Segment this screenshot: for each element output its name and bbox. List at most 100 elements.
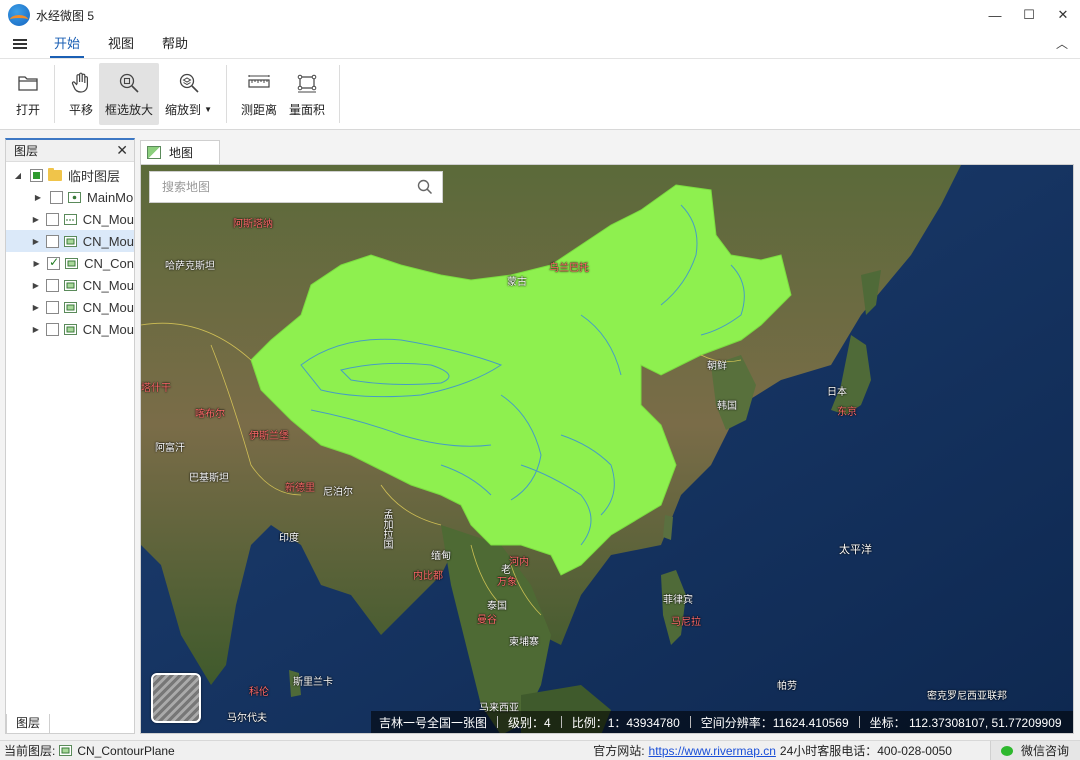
map-label-palau: 帕劳 [777,681,797,692]
collapse-arrow-icon[interactable]: ▶ [32,215,40,224]
map-label-manila: 马尼拉 [671,617,701,628]
spatial-resolution: 空间分辨率：11624.410569 [700,715,849,730]
layers-panel-header: 图层 ✕ [6,140,134,162]
layer-item[interactable]: ▶ CN_Con [6,252,134,274]
pan-label: 平移 [69,102,94,117]
map-view[interactable]: 哈萨克斯坦 阿斯塔纳 蒙古 乌兰巴托 朝鲜 韩国 日本 东京 塔什干 喀布尔 阿… [140,164,1074,734]
polygon-layer-icon [63,279,77,291]
map-label-cambodia: 柬埔寨 [509,637,539,648]
tab-view[interactable]: 视图 [94,30,148,58]
maximize-button[interactable]: ☐ [1012,0,1046,30]
status-bar: 当前图层: CN_ContourPlane 官方网站: https://www.… [0,740,1080,760]
map-icon [147,146,161,159]
contact-info: 官方网站: https://www.rivermap.cn 24小时客服电话：4… [593,742,952,759]
map-label-tashkent: 塔什干 [141,383,171,394]
line-layer-icon [63,213,77,225]
map-label-vientiane: 万象 [497,577,517,588]
layer-item[interactable]: ▶ CN_Mou [6,274,134,296]
map-label-tokyo: 东京 [837,407,857,418]
hand-pan-icon [71,72,89,93]
map-label-pakistan: 巴基斯坦 [189,473,229,484]
ribbon-toolbar: 打开 平移 框选放大 缩放到 ▼ 测距离 量面积 [0,58,1080,130]
expand-arrow-icon[interactable]: ◢ [12,171,24,180]
map-label-ulaanbaatar: 乌兰巴托 [549,263,589,274]
collapse-arrow-icon[interactable]: ▶ [32,237,40,246]
satellite-map[interactable] [141,165,1074,734]
layers-panel-title: 图层 [14,144,39,158]
map-label-kazakhstan: 哈萨克斯坦 [165,261,215,272]
website-link[interactable]: https://www.rivermap.cn [649,744,776,758]
map-label-india: 印度 [279,533,299,544]
close-button[interactable]: ✕ [1046,0,1080,30]
current-layer-info: 当前图层: CN_ContourPlane [0,742,175,759]
current-layer-name: CN_ContourPlane [77,743,175,758]
layer-checkbox[interactable] [45,212,59,226]
ribbon-separator [54,65,56,123]
map-label-bangkok: 曼谷 [477,615,497,626]
current-layer-label: 当前图层: [4,744,56,758]
measure-distance-label: 测距离 [240,102,277,117]
map-document-tab[interactable]: 地图 [140,140,220,164]
map-label-maldives: 马尔代夫 [227,713,267,724]
close-panel-icon[interactable]: ✕ [116,142,128,159]
map-search-input[interactable] [162,180,408,194]
dropdown-arrow-icon: ▼ [204,104,212,114]
map-label-kabul: 喀布尔 [195,409,225,420]
layer-group-temp[interactable]: ◢ 临时图层 [6,164,134,186]
map-tab-label: 地图 [169,146,194,160]
collapse-arrow-icon[interactable]: ▶ [32,259,41,268]
polygon-layer-icon [63,301,77,313]
layer-group-label: 临时图层 [68,168,121,184]
layer-label: CN_Mou [82,321,134,337]
layers-bottom-tab[interactable]: 图层 [6,714,50,734]
collapse-ribbon-chevron-up-icon[interactable]: ︿ [1052,34,1072,54]
layer-item[interactable]: ▶ CN_Mou [6,318,134,340]
layer-checkbox[interactable] [50,190,63,204]
open-label: 打开 [16,102,41,117]
layer-checkbox[interactable] [45,278,59,292]
layer-label: CN_Con [84,255,134,271]
wechat-icon [1001,745,1013,756]
polygon-layer-icon [63,235,77,247]
polygon-layer-icon [63,323,77,335]
layer-item[interactable]: ▶ MainMo [6,186,134,208]
measure-distance-button[interactable]: 测距离 [235,63,283,125]
collapse-arrow-icon[interactable]: ▶ [32,281,40,290]
layer-group-checkbox[interactable] [30,168,43,182]
status-divider [497,716,499,728]
box-zoom-button[interactable]: 框选放大 [99,63,160,125]
hamburger-menu-icon[interactable] [0,30,40,58]
layer-label: MainMo [87,189,134,205]
title-bar: 水经微图 5 — ☐ ✕ [0,0,1080,30]
collapse-arrow-icon[interactable]: ▶ [32,325,40,334]
website-label: 官方网站: [593,744,645,758]
layer-checkbox[interactable] [45,300,59,314]
search-icon[interactable] [408,172,442,202]
layer-checkbox[interactable] [45,234,59,248]
map-scale: 比例：1：43934780 [571,715,680,730]
tab-help[interactable]: 帮助 [148,30,202,58]
zoom-to-button[interactable]: 缩放到 ▼ [159,63,218,125]
folder-icon [48,167,62,181]
layer-item[interactable]: ▶ CN_Mou [6,208,134,230]
layer-item[interactable]: ▶ CN_Mou [6,230,134,252]
map-label-afghanistan: 阿富汗 [155,443,185,454]
wechat-label: 微信咨询 [1021,744,1070,758]
status-divider [560,716,562,728]
layer-checkbox[interactable] [47,255,61,270]
app-logo-icon [8,4,30,26]
minimize-button[interactable]: — [978,0,1012,30]
measure-area-button[interactable]: 量面积 [283,63,331,125]
layer-label: CN_Mou [82,299,134,315]
pan-button[interactable]: 平移 [63,63,99,125]
basemap-switcher[interactable] [151,673,201,723]
collapse-arrow-icon[interactable]: ▶ [32,193,44,202]
layer-item[interactable]: ▶ CN_Mou [6,296,134,318]
wechat-consult-button[interactable]: 微信咨询 [990,741,1080,760]
open-button[interactable]: 打开 [10,63,46,125]
map-label-naypyidaw: 内比都 [413,571,443,582]
layer-checkbox[interactable] [45,322,59,336]
map-label-nepal: 尼泊尔 [323,487,353,498]
tab-start[interactable]: 开始 [40,30,94,58]
collapse-arrow-icon[interactable]: ▶ [32,303,40,312]
